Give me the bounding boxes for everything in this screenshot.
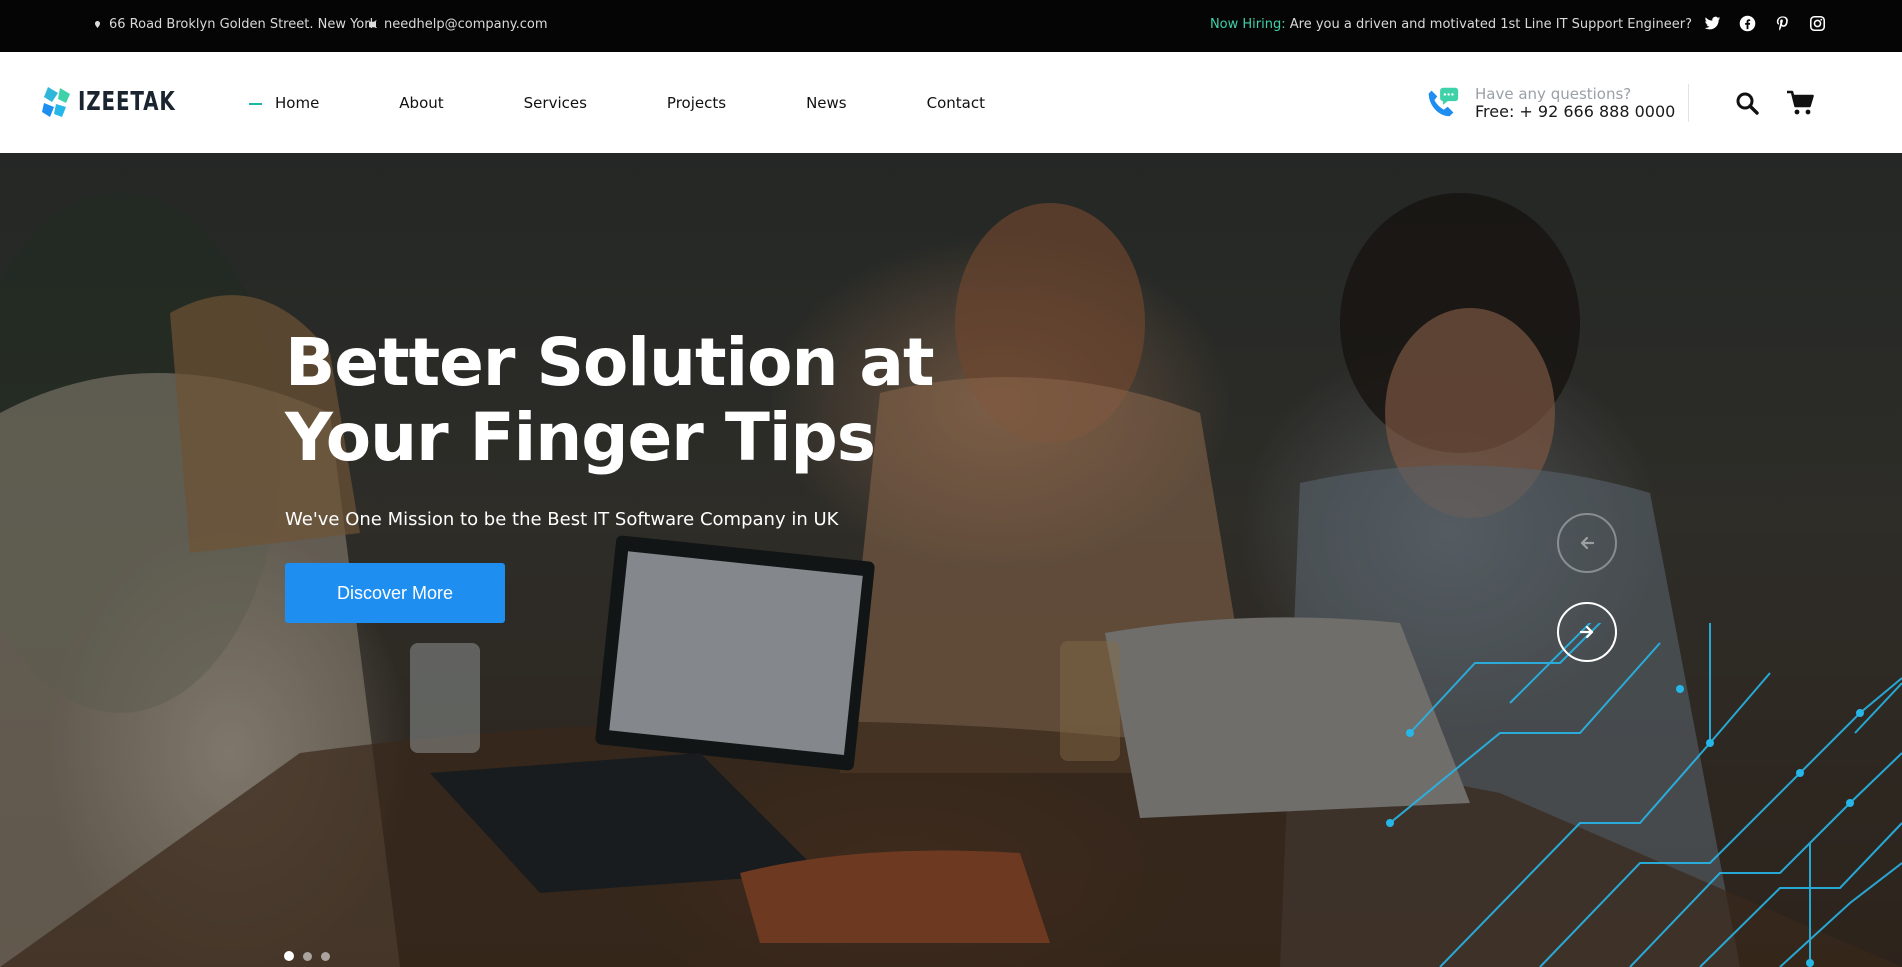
nav-projects[interactable]: Projects	[667, 94, 726, 112]
nav-home[interactable]: Home	[249, 94, 319, 112]
slider-prev-button[interactable]	[1557, 513, 1617, 573]
arrow-left-icon	[1580, 536, 1595, 550]
slider-dot-3[interactable]	[321, 951, 330, 961]
hero-slider: Better Solution at Your Finger Tips We'v…	[0, 153, 1902, 967]
envelope-icon	[369, 21, 376, 28]
pinterest-icon[interactable]	[1774, 15, 1791, 32]
logo-text: IZEETAK	[78, 87, 176, 117]
phone-chat-icon	[1428, 87, 1459, 117]
hiring-text: Are you a driven and motivated 1st Line …	[1285, 17, 1692, 32]
phone-number[interactable]: Free: + 92 666 888 0000	[1475, 103, 1675, 121]
nav-services[interactable]: Services	[524, 94, 587, 112]
facebook-icon[interactable]	[1739, 15, 1756, 32]
hero-title-line2: Your Finger Tips	[285, 399, 876, 476]
cart-icon[interactable]	[1786, 90, 1814, 116]
search-icon[interactable]	[1735, 91, 1759, 115]
hiring-notice[interactable]: Now Hiring: Are you a driven and motivat…	[1210, 17, 1692, 32]
address-item: 66 Road Broklyn Golden Street. New York	[94, 17, 377, 32]
main-nav: Home About Services Projects News Contac…	[249, 94, 985, 112]
logo-mark-icon	[42, 87, 70, 117]
social-links	[1704, 15, 1826, 32]
hero-title: Better Solution at Your Finger Tips	[285, 324, 935, 476]
circuit-lines-decoration	[1386, 623, 1902, 967]
slider-next-button[interactable]	[1557, 602, 1617, 662]
phone-question: Have any questions?	[1475, 85, 1632, 103]
nav-contact[interactable]: Contact	[927, 94, 985, 112]
hero-subtitle: We've One Mission to be the Best IT Soft…	[285, 509, 839, 530]
hero-title-line1: Better Solution at	[285, 324, 935, 401]
discover-more-button[interactable]: Discover More	[285, 563, 505, 623]
location-pin-icon	[95, 21, 100, 28]
twitter-icon[interactable]	[1704, 15, 1721, 32]
topbar: 66 Road Broklyn Golden Street. New York …	[0, 0, 1902, 52]
header-divider	[1688, 84, 1689, 122]
nav-news[interactable]: News	[806, 94, 847, 112]
slider-pagination	[284, 951, 330, 961]
main-header: IZEETAK Home About Services Projects New…	[0, 52, 1902, 153]
address-text: 66 Road Broklyn Golden Street. New York	[109, 17, 378, 32]
phone-contact[interactable]: Have any questions? Free: + 92 666 888 0…	[1423, 84, 1675, 122]
instagram-icon[interactable]	[1809, 15, 1826, 32]
email-link[interactable]: needhelp@company.com	[384, 17, 548, 32]
slider-dot-1[interactable]	[284, 951, 294, 961]
slider-dot-2[interactable]	[303, 951, 312, 961]
email-item[interactable]: needhelp@company.com	[369, 17, 548, 32]
arrow-right-icon	[1579, 625, 1594, 639]
nav-about[interactable]: About	[399, 94, 443, 112]
site-logo[interactable]: IZEETAK	[40, 85, 193, 119]
hiring-label: Now Hiring:	[1209, 17, 1286, 32]
